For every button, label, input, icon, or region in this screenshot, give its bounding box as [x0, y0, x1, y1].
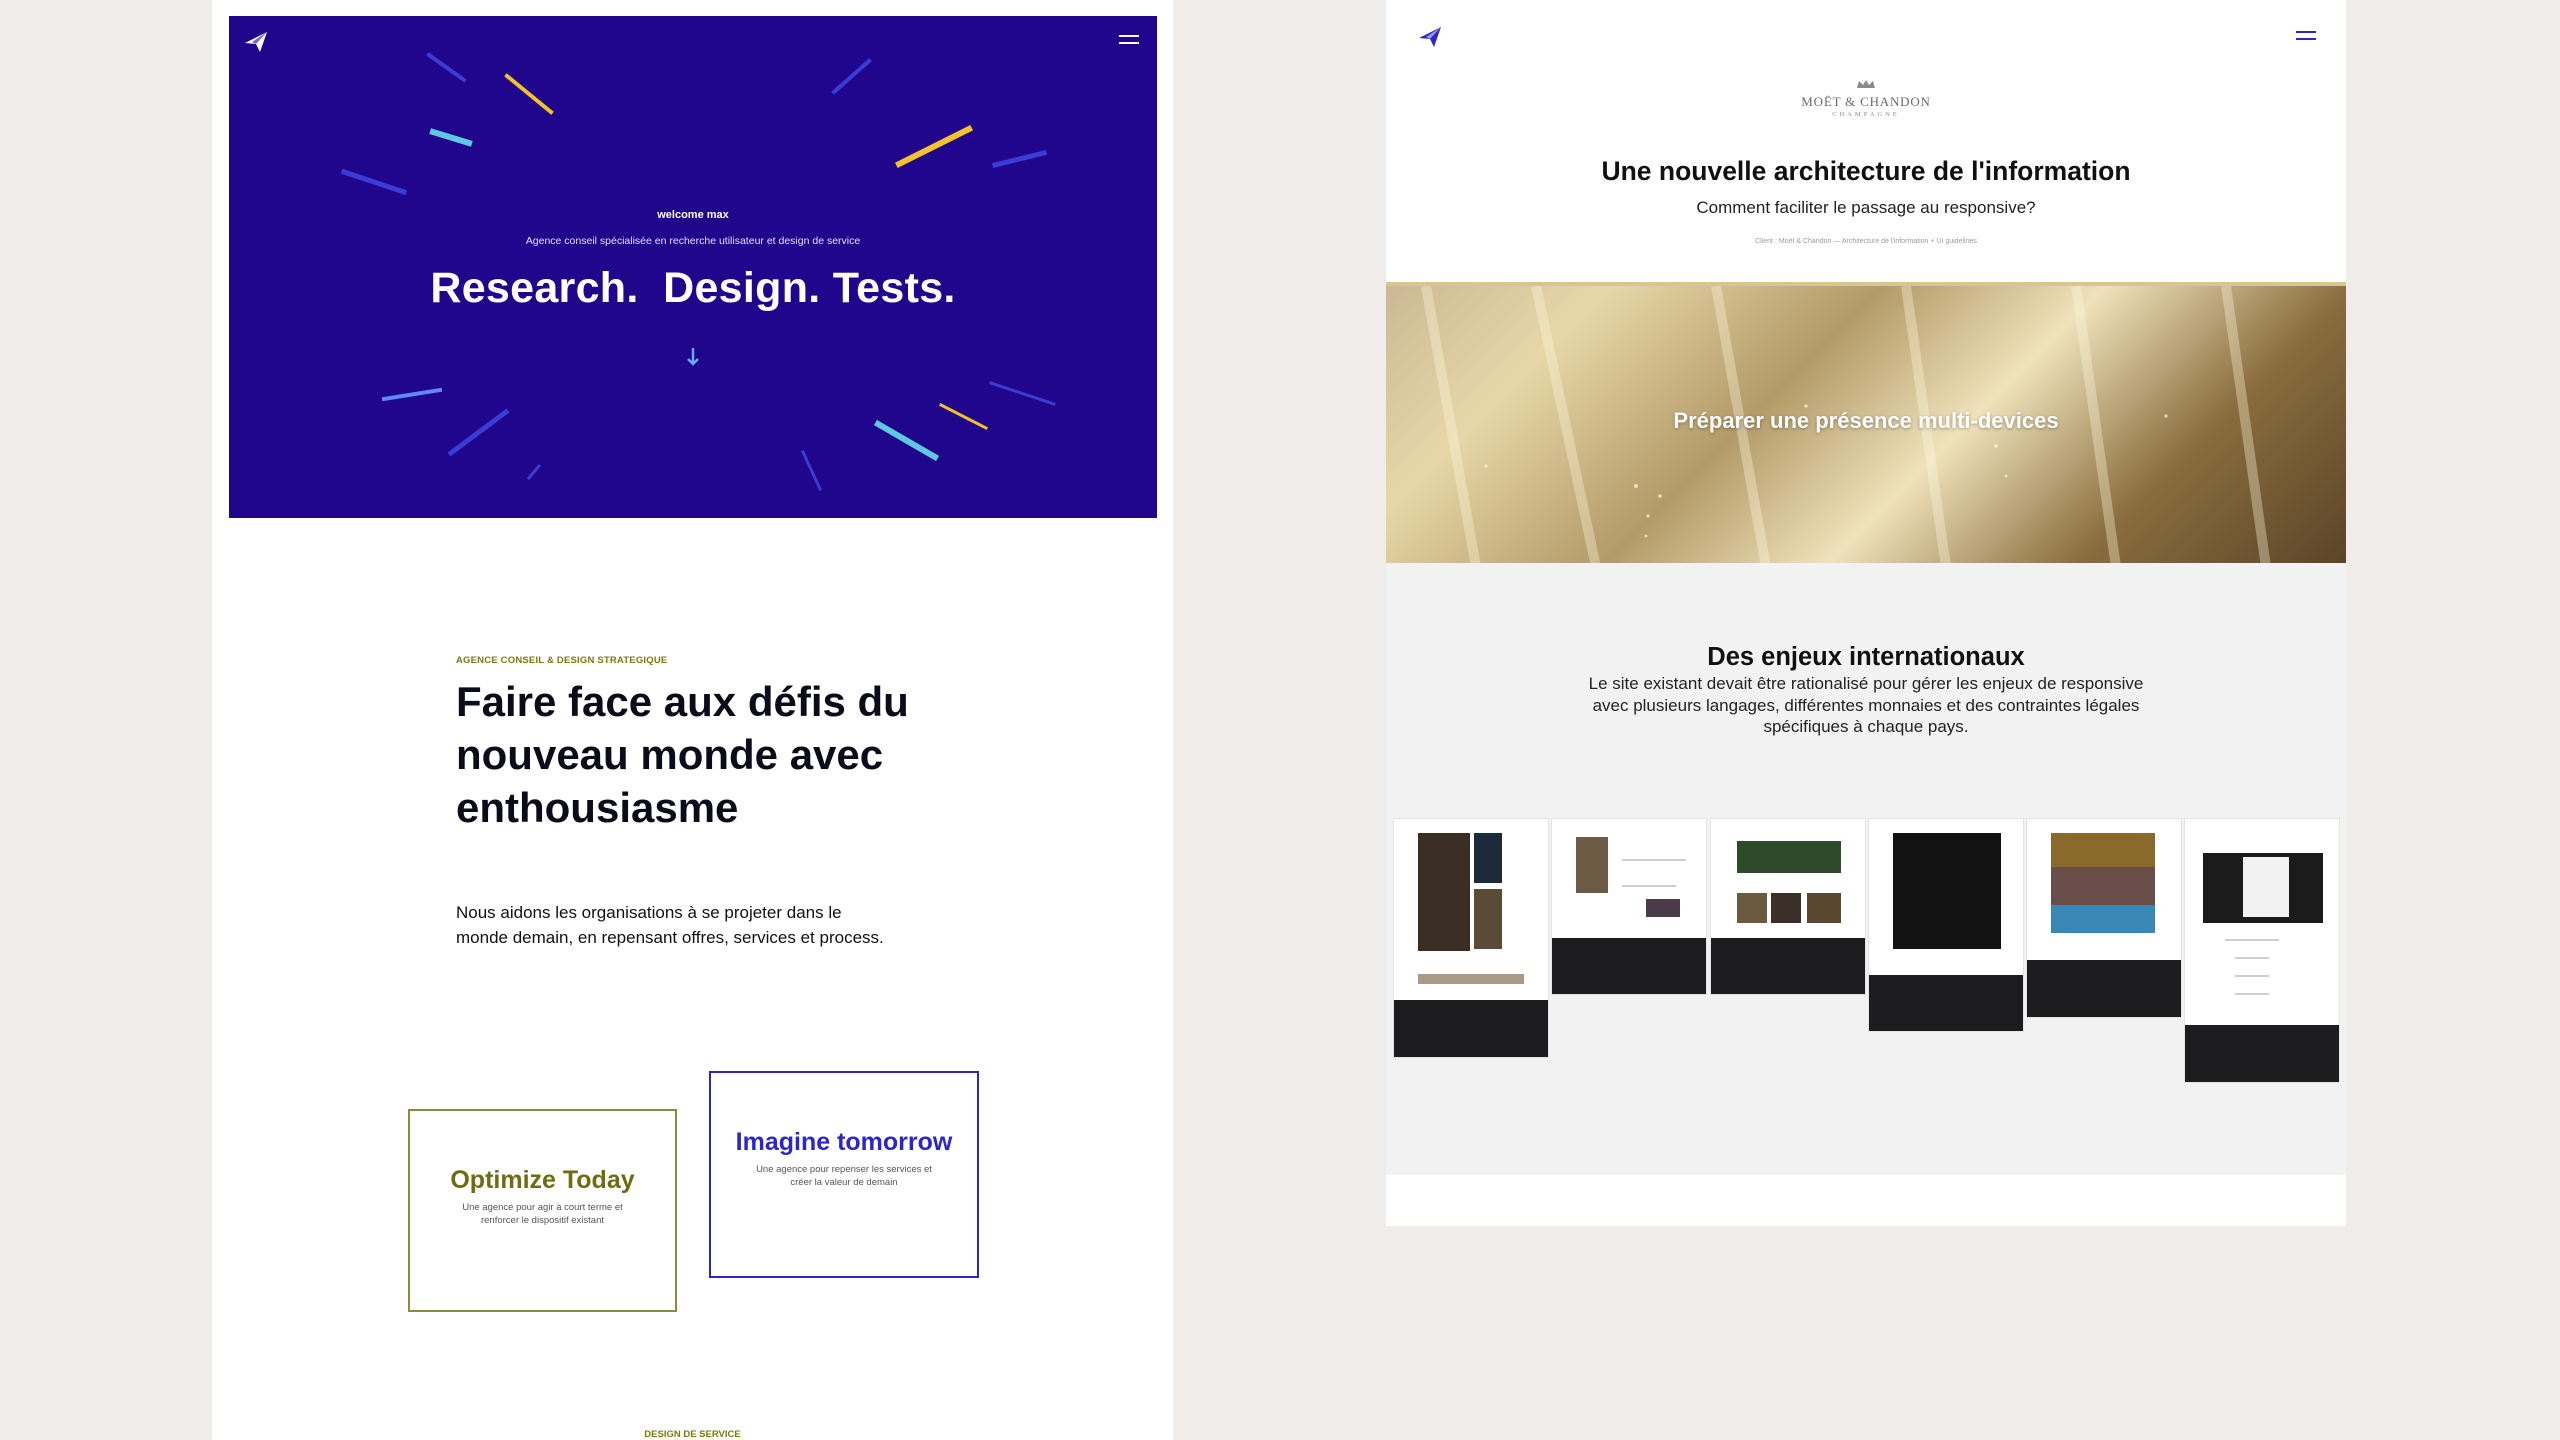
intro-heading: Faire face aux défis du nouveau monde av…: [456, 678, 909, 831]
arrow-down-icon[interactable]: [685, 346, 701, 368]
international-section: Des enjeux internationaux Le site exista…: [1386, 563, 2346, 1175]
brand-sub: CHAMPAGNE: [1832, 111, 1900, 118]
service-design-eyebrow: DESIGN DE SERVICE: [644, 1429, 741, 1440]
hero-section: welcome max Agence conseil spécialisée e…: [229, 16, 1157, 518]
site-screenshot-1: [1393, 818, 1549, 1058]
hamburger-menu-icon[interactable]: [1119, 35, 1139, 51]
paper-plane-logo-icon[interactable]: [243, 29, 269, 55]
band-heading: Préparer une présence multi-devices: [1673, 408, 2059, 433]
site-screenshot-5: [2026, 818, 2182, 1018]
intro-body: Nous aidons les organisations à se proje…: [456, 903, 884, 947]
moet-chandon-case-study-preview: MOËT & CHANDON CHAMPAGNE Une nouvelle ar…: [1386, 0, 2346, 1226]
hero-title: Research. Design. Tests.: [430, 264, 956, 312]
intro-eyebrow: AGENCE CONSEIL & DESIGN STRATEGIQUE: [456, 655, 668, 666]
case-study-title: Une nouvelle architecture de l'informati…: [1601, 156, 2131, 186]
hero-subtitle: Agence conseil spécialisée en recherche …: [525, 235, 861, 247]
card-title: Imagine tomorrow: [735, 1128, 953, 1156]
brand-name: MOËT & CHANDON: [1801, 94, 1931, 109]
section-title: Des enjeux internationaux: [1707, 643, 2025, 671]
hero-eyebrow: welcome max: [657, 209, 729, 221]
site-screenshot-4: [1868, 818, 2024, 1032]
card-text: Une agence pour agir à court terme et re…: [462, 1202, 623, 1226]
paper-plane-logo-icon[interactable]: [1417, 24, 1443, 50]
case-study-subtitle: Comment faciliter le passage au responsi…: [1696, 198, 2036, 217]
section-body: Le site existant devait être rationalisé…: [1588, 674, 2144, 736]
site-screenshot-3: [1710, 818, 1866, 995]
breadcrumb: Client : Moët & Chandon — Architecture d…: [1755, 238, 1977, 245]
moet-chandon-logo: MOËT & CHANDON CHAMPAGNE: [1386, 76, 2346, 118]
welcome-max-page-preview: welcome max Agence conseil spécialisée e…: [212, 0, 1173, 1440]
card-title: Optimize Today: [450, 1166, 635, 1194]
card-imagine-tomorrow[interactable]: Imagine tomorrow Une agence pour repense…: [709, 1071, 979, 1278]
card-text: Une agence pour repenser les services et…: [756, 1164, 932, 1188]
card-optimize-today[interactable]: Optimize Today Une agence pour agir à co…: [408, 1109, 677, 1312]
site-screenshot-6: [2184, 818, 2340, 1083]
site-screenshot-2: [1551, 818, 1707, 995]
champagne-image-band: Préparer une présence multi-devices: [1386, 282, 2346, 567]
crown-icon: [1857, 80, 1875, 88]
hamburger-menu-icon[interactable]: [2296, 31, 2316, 47]
